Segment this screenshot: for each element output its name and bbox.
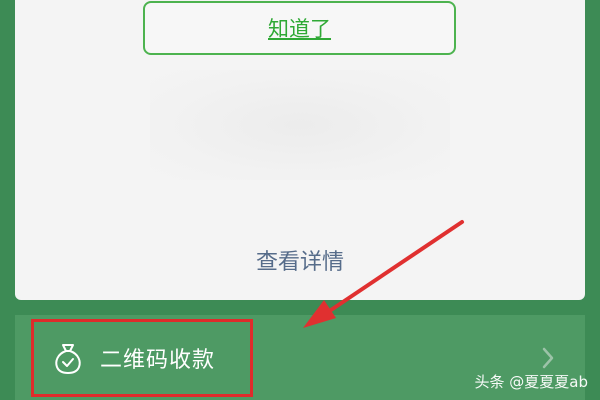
qr-payment-label: 二维码收款 (100, 348, 216, 373)
watermark: 头条 @夏夏夏ab (474, 373, 588, 391)
ok-button-label: 知道了 (268, 17, 331, 41)
ok-button[interactable]: 知道了 (143, 1, 456, 55)
blurred-content-placeholder (150, 70, 450, 180)
qr-payment-highlight[interactable]: 二维码收款 (31, 319, 253, 397)
money-bag-icon (52, 341, 84, 375)
view-details-link[interactable]: 查看详情 (0, 244, 600, 276)
chevron-right-icon[interactable] (541, 347, 555, 369)
